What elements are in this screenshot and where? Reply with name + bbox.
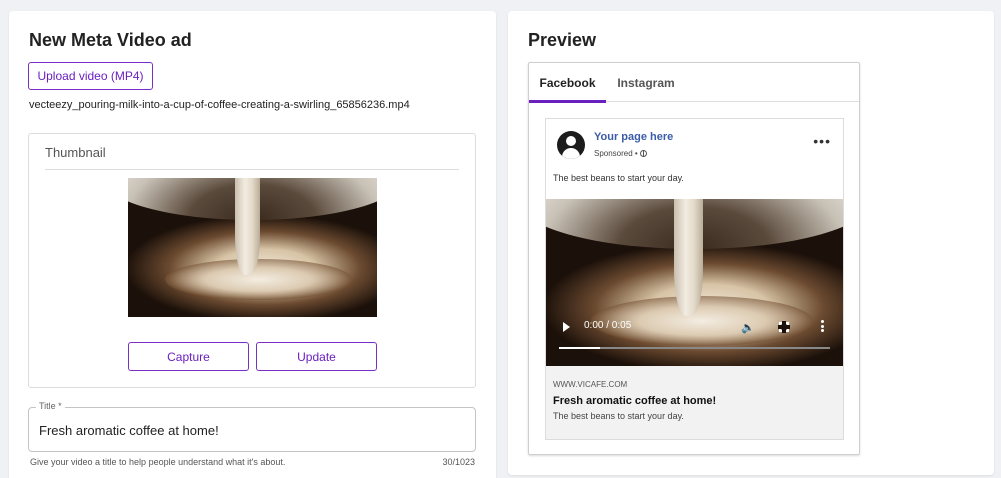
page-name-link[interactable]: Your page here — [594, 131, 673, 143]
ad-editor-card: New Meta Video ad Upload video (MP4) vec… — [9, 11, 496, 478]
sponsored-label: Sponsored • — [594, 149, 647, 158]
preview-title: Preview — [528, 30, 597, 50]
tab-facebook[interactable]: Facebook — [529, 63, 606, 103]
editor-title: New Meta Video ad — [29, 30, 192, 50]
thumbnail-image — [128, 178, 377, 317]
preview-card: Preview Facebook Instagram Your page her… — [508, 11, 994, 475]
video-filename: vecteezy_pouring-milk-into-a-cup-of-coff… — [29, 99, 410, 111]
title-field[interactable]: Title * — [28, 401, 476, 452]
update-button[interactable]: Update — [256, 342, 377, 371]
thumbnail-section: Thumbnail Capture Update — [28, 133, 476, 388]
link-description: The best beans to start your day. — [553, 411, 684, 421]
sponsored-text: Sponsored • — [594, 149, 638, 158]
avatar — [557, 131, 585, 159]
thumbnail-divider — [45, 169, 459, 170]
title-char-counter: 30/1023 — [442, 457, 475, 467]
video-more-icon[interactable] — [820, 320, 824, 332]
fullscreen-icon[interactable] — [778, 321, 790, 333]
upload-video-button[interactable]: Upload video (MP4) — [28, 62, 153, 90]
title-field-label: Title * — [36, 401, 65, 411]
volume-icon[interactable]: 🔈 — [741, 321, 755, 334]
title-helper-text: Give your video a title to help people u… — [30, 457, 286, 467]
thumbnail-label: Thumbnail — [45, 145, 106, 160]
more-options-icon[interactable]: ••• — [813, 134, 831, 148]
preview-panel: Facebook Instagram Your page here Sponso… — [528, 62, 860, 455]
video-progress-fill — [559, 347, 600, 349]
play-icon[interactable] — [563, 322, 570, 332]
preview-tabs: Facebook Instagram — [529, 63, 859, 103]
link-preview[interactable]: WWW.VICAFE.COM Fresh aromatic coffee at … — [546, 366, 843, 439]
tab-instagram[interactable]: Instagram — [606, 63, 686, 102]
video-controls: 0:00 / 0:05 🔈 — [546, 199, 843, 366]
post-text: The best beans to start your day. — [553, 173, 684, 183]
facebook-post-preview: Your page here Sponsored • ••• The best … — [545, 118, 844, 440]
video-progress-bar[interactable] — [559, 347, 830, 349]
link-headline: Fresh aromatic coffee at home! — [553, 395, 717, 407]
globe-icon — [639, 150, 647, 157]
title-input[interactable] — [39, 423, 459, 438]
video-time: 0:00 / 0:05 — [584, 320, 632, 331]
capture-button[interactable]: Capture — [128, 342, 249, 371]
link-domain: WWW.VICAFE.COM — [553, 380, 628, 389]
